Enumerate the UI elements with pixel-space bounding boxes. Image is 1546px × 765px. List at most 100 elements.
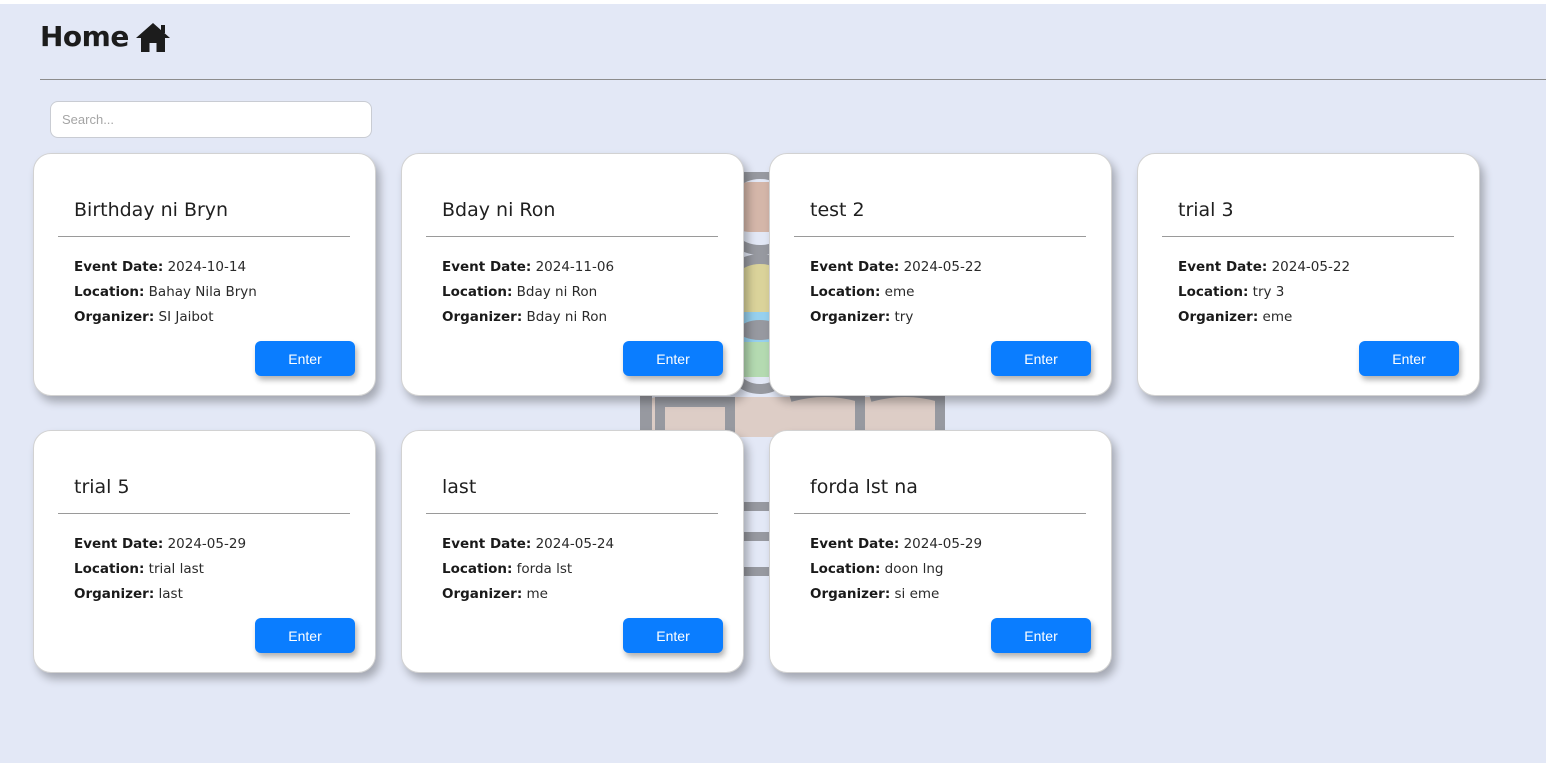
event-date-value: 2024-10-14: [167, 259, 247, 275]
organizer-row: Organizer: Bday ni Ron: [442, 305, 614, 330]
organizer-label: Organizer:: [74, 309, 155, 325]
card-divider: [426, 236, 718, 237]
event-date-row: Event Date: 2024-05-24: [442, 532, 614, 557]
organizer-row: Organizer: SI Jaibot: [74, 305, 257, 330]
event-date-label: Event Date:: [74, 536, 164, 552]
location-label: Location:: [810, 284, 881, 300]
event-title: Bday ni Ron: [442, 199, 556, 221]
location-row: Location: eme: [810, 280, 982, 305]
organizer-label: Organizer:: [1178, 309, 1259, 325]
event-card: Birthday ni Bryn Event Date: 2024-10-14 …: [33, 153, 376, 396]
organizer-row: Organizer: try: [810, 305, 982, 330]
event-card: Bday ni Ron Event Date: 2024-11-06 Locat…: [401, 153, 744, 396]
location-value: Bday ni Ron: [516, 284, 598, 300]
event-date-label: Event Date:: [442, 536, 532, 552]
organizer-value: last: [158, 586, 183, 602]
enter-button[interactable]: Enter: [991, 618, 1091, 653]
event-date-value: 2024-05-29: [903, 536, 983, 552]
organizer-value: try: [894, 309, 914, 325]
event-title: Birthday ni Bryn: [74, 199, 229, 221]
event-card: last Event Date: 2024-05-24 Location: fo…: [401, 430, 744, 673]
event-date-row: Event Date: 2024-05-29: [810, 532, 982, 557]
enter-button[interactable]: Enter: [991, 341, 1091, 376]
event-date-row: Event Date: 2024-05-29: [74, 532, 246, 557]
event-date-label: Event Date:: [74, 259, 164, 275]
event-date-value: 2024-05-29: [167, 536, 247, 552]
organizer-value: me: [526, 586, 548, 602]
location-row: Location: forda lst: [442, 557, 614, 582]
event-details: Event Date: 2024-05-22 Location: eme Org…: [810, 255, 982, 330]
event-details: Event Date: 2024-05-29 Location: doon ln…: [810, 532, 982, 607]
event-card: test 2 Event Date: 2024-05-22 Location: …: [769, 153, 1112, 396]
event-details: Event Date: 2024-05-22 Location: try 3 O…: [1178, 255, 1350, 330]
location-value: doon lng: [884, 561, 944, 577]
organizer-row: Organizer: eme: [1178, 305, 1350, 330]
card-divider: [794, 513, 1086, 514]
event-details: Event Date: 2024-05-24 Location: forda l…: [442, 532, 614, 607]
event-date-value: 2024-05-24: [535, 536, 615, 552]
location-value: forda lst: [516, 561, 573, 577]
card-divider: [794, 236, 1086, 237]
event-date-value: 2024-05-22: [1271, 259, 1351, 275]
event-date-value: 2024-05-22: [903, 259, 983, 275]
location-label: Location:: [74, 561, 145, 577]
event-title: trial 5: [74, 476, 130, 498]
location-value: eme: [884, 284, 915, 300]
event-title: last: [442, 476, 477, 498]
event-date-row: Event Date: 2024-05-22: [1178, 255, 1350, 280]
event-title: test 2: [810, 199, 865, 221]
event-date-label: Event Date:: [442, 259, 532, 275]
event-date-label: Event Date:: [810, 536, 900, 552]
location-label: Location:: [810, 561, 881, 577]
organizer-value: SI Jaibot: [158, 309, 214, 325]
location-row: Location: trial last: [74, 557, 246, 582]
location-value: try 3: [1252, 284, 1285, 300]
event-title: trial 3: [1178, 199, 1234, 221]
organizer-value: Bday ni Ron: [526, 309, 608, 325]
location-row: Location: Bday ni Ron: [442, 280, 614, 305]
event-title: forda lst na: [810, 476, 918, 498]
organizer-label: Organizer:: [442, 586, 523, 602]
organizer-label: Organizer:: [74, 586, 155, 602]
location-row: Location: try 3: [1178, 280, 1350, 305]
card-divider: [426, 513, 718, 514]
card-divider: [1162, 236, 1454, 237]
location-value: trial last: [148, 561, 204, 577]
organizer-row: Organizer: me: [442, 582, 614, 607]
event-date-row: Event Date: 2024-10-14: [74, 255, 257, 280]
card-divider: [58, 513, 350, 514]
organizer-value: si eme: [894, 586, 940, 602]
enter-button[interactable]: Enter: [255, 341, 355, 376]
location-label: Location:: [74, 284, 145, 300]
header-divider: [40, 79, 1546, 80]
event-card: trial 5 Event Date: 2024-05-29 Location:…: [33, 430, 376, 673]
event-date-value: 2024-11-06: [535, 259, 615, 275]
organizer-label: Organizer:: [810, 586, 891, 602]
page-title: Home: [40, 20, 129, 53]
event-card: forda lst na Event Date: 2024-05-29 Loca…: [769, 430, 1112, 673]
event-date-row: Event Date: 2024-05-22: [810, 255, 982, 280]
organizer-label: Organizer:: [810, 309, 891, 325]
event-details: Event Date: 2024-10-14 Location: Bahay N…: [74, 255, 257, 330]
event-date-label: Event Date:: [1178, 259, 1268, 275]
enter-button[interactable]: Enter: [255, 618, 355, 653]
card-divider: [58, 236, 350, 237]
location-row: Location: doon lng: [810, 557, 982, 582]
location-row: Location: Bahay Nila Bryn: [74, 280, 257, 305]
location-label: Location:: [442, 284, 513, 300]
enter-button[interactable]: Enter: [623, 341, 723, 376]
home-icon: [135, 21, 171, 53]
organizer-value: eme: [1262, 309, 1293, 325]
enter-button[interactable]: Enter: [1359, 341, 1459, 376]
event-date-label: Event Date:: [810, 259, 900, 275]
event-date-row: Event Date: 2024-11-06: [442, 255, 614, 280]
page-background: Home Birthday ni Bryn: [0, 4, 1546, 763]
location-value: Bahay Nila Bryn: [148, 284, 257, 300]
event-details: Event Date: 2024-05-29 Location: trial l…: [74, 532, 246, 607]
location-label: Location:: [442, 561, 513, 577]
organizer-row: Organizer: si eme: [810, 582, 982, 607]
event-card: trial 3 Event Date: 2024-05-22 Location:…: [1137, 153, 1480, 396]
search-input[interactable]: [50, 101, 372, 138]
organizer-row: Organizer: last: [74, 582, 246, 607]
enter-button[interactable]: Enter: [623, 618, 723, 653]
